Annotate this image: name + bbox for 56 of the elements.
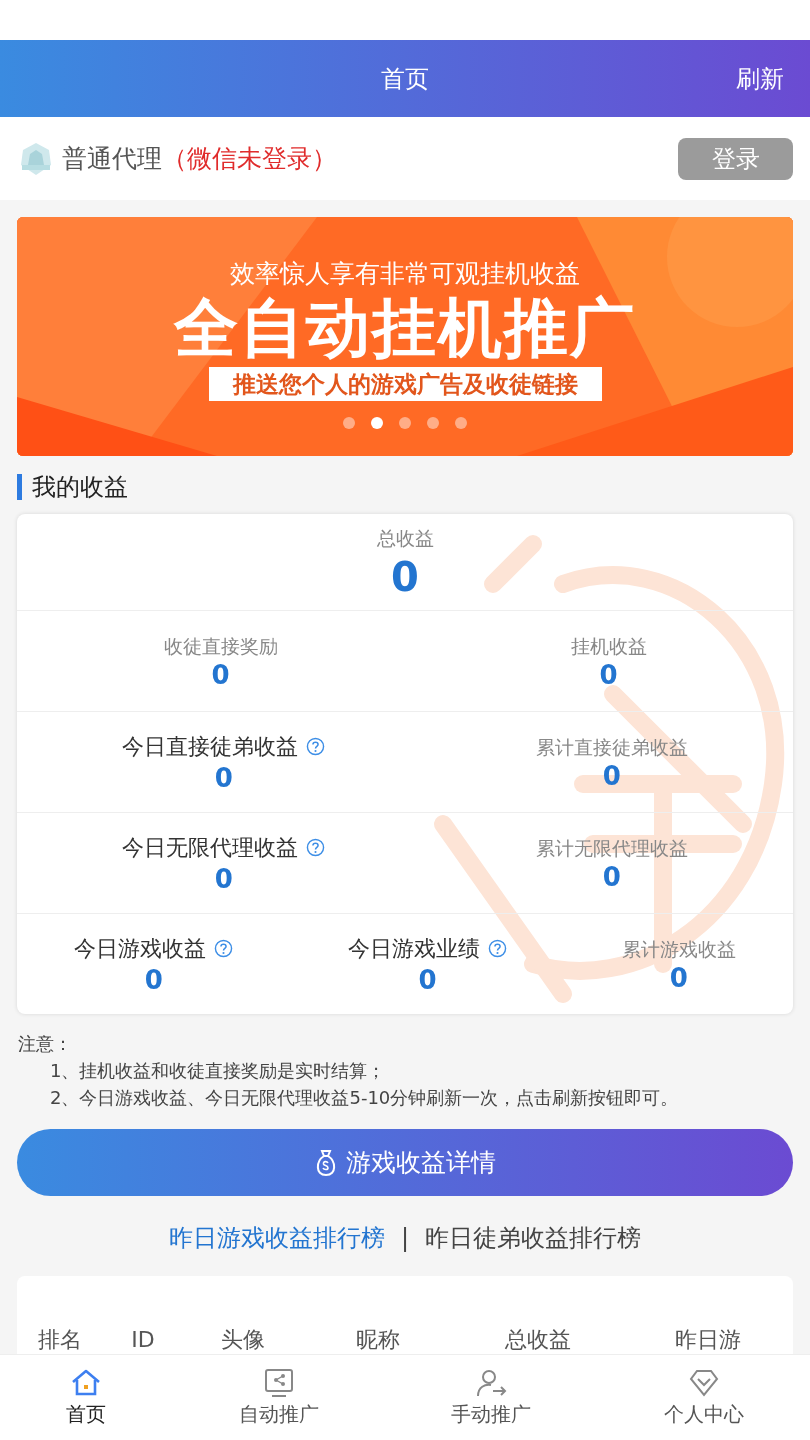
ranking-tab[interactable]: 昨日游戏收益排行榜 — [168, 1220, 385, 1257]
carousel-dot[interactable] — [343, 417, 355, 430]
stat-label: 累计直接徒弟收益 — [535, 734, 688, 760]
stat-value: 0 — [211, 660, 230, 692]
stat-value: 0 — [602, 761, 621, 793]
stat-value: 0 — [214, 864, 233, 896]
stat-value: 0 — [669, 963, 688, 995]
screen-share-icon[interactable] — [262, 1366, 295, 1399]
stat-label: 累计无限代理收益 — [535, 835, 688, 861]
section-title: 我的收益 — [17, 474, 793, 501]
stat-value: 0 — [599, 660, 618, 692]
nav-tab[interactable]: 首页 — [66, 1398, 107, 1429]
note-text: 2、今日游戏收益、今日无限代理收益5-10分钟刷新一次，点击刷新按钮即可。 — [49, 1086, 680, 1111]
column-header: 头像 — [221, 1326, 265, 1355]
carousel-dot[interactable] — [399, 417, 411, 430]
stat-label: 收徒直接奖励 — [163, 633, 278, 659]
column-header: 总收益 — [505, 1326, 571, 1355]
money-bag-icon — [314, 1148, 338, 1177]
login-status: （微信未登录） — [162, 143, 337, 173]
stat-label: 挂机收益 — [570, 633, 647, 659]
column-header: 昨日游 — [675, 1326, 741, 1355]
refresh-link[interactable]: 刷新 — [736, 60, 784, 97]
stat-label: 总收益 — [376, 526, 434, 552]
nav-tab[interactable]: 自动推广 — [238, 1398, 319, 1429]
stat-value: 0 — [144, 965, 163, 997]
stat-label: 今日游戏收益 — [74, 935, 207, 964]
column-header: 排名 — [38, 1326, 82, 1355]
stat-value: 0 — [214, 763, 233, 795]
stat-value: 0 — [602, 862, 621, 894]
stat-label: 累计游戏收益 — [621, 936, 736, 962]
note-text: 1、挂机收益和收徒直接奖励是实时结算； — [49, 1059, 387, 1084]
badge-icon — [18, 140, 54, 177]
nav-tab[interactable]: 个人中心 — [663, 1398, 744, 1429]
help-icon[interactable] — [488, 939, 507, 959]
help-icon[interactable] — [214, 939, 234, 959]
game-earnings-details-button[interactable]: 游戏收益详情 — [17, 1129, 793, 1197]
header-title: 首页 — [381, 63, 429, 95]
help-icon[interactable] — [306, 737, 326, 757]
stat-label: 今日直接徒弟收益 — [122, 733, 299, 762]
banner-subtitle: 效率惊人享有非常可观挂机收益 — [230, 258, 580, 290]
tab-separator: | — [400, 1223, 410, 1255]
nav-tab[interactable]: 手动推广 — [451, 1398, 532, 1429]
stat-value: 0 — [418, 965, 437, 997]
banner-caption: 推送您个人的游戏广告及收徒链接 — [208, 366, 602, 402]
column-header: ID — [131, 1326, 155, 1355]
ranking-tab[interactable]: 昨日徒弟收益排行榜 — [425, 1220, 642, 1257]
carousel-dot[interactable] — [427, 417, 439, 430]
carousel-dot[interactable] — [455, 417, 467, 430]
stat-label: 今日无限代理收益 — [122, 834, 299, 863]
agent-level: 普通代理 — [62, 143, 162, 173]
stat-value: 0 — [391, 552, 419, 601]
banner-title: 全自动挂机推广 — [174, 292, 636, 363]
help-icon[interactable] — [306, 838, 326, 858]
stat-label: 今日游戏业绩 — [348, 935, 480, 964]
column-header: 昵称 — [356, 1326, 400, 1355]
notes-title: 注意： — [18, 1032, 73, 1057]
